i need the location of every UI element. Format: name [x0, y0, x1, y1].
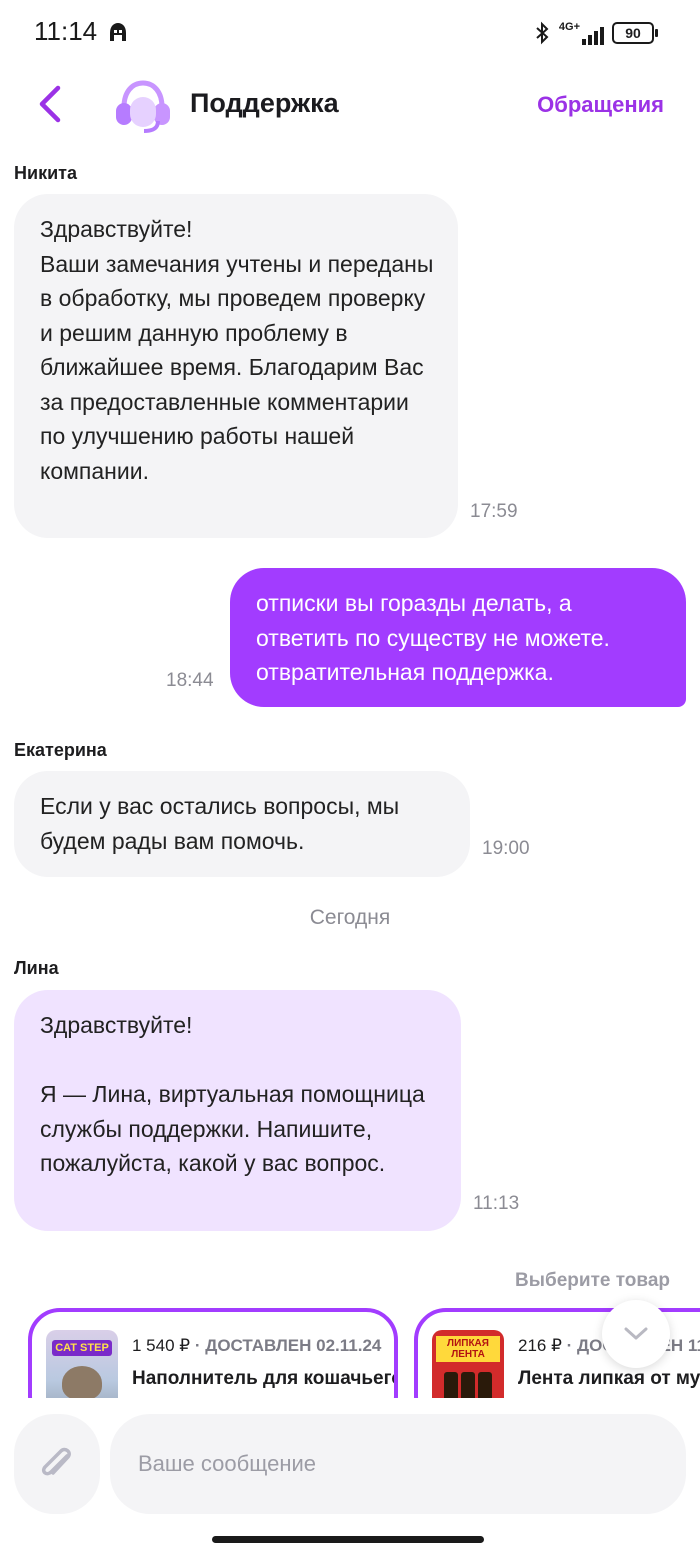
message-bubble-outgoing: отписки вы горазды делать, а ответить по… — [230, 568, 686, 707]
scroll-down-button[interactable] — [602, 1300, 670, 1368]
paperclip-icon — [41, 1447, 71, 1476]
day-separator: Сегодня — [309, 906, 391, 929]
product-name: Лента липкая от мух — [518, 1368, 700, 1389]
message-time: 17:59 — [470, 501, 518, 522]
incognito-icon — [110, 23, 126, 41]
back-button[interactable] — [28, 80, 76, 128]
choose-product-label: Выберите товар — [515, 1270, 670, 1291]
message-sender: Лина — [14, 958, 59, 978]
signal-icon: 4G+ — [559, 21, 604, 45]
attach-button[interactable] — [14, 1414, 100, 1514]
message-bubble-bot: Здравствуйте! Я — Лина, виртуальная помо… — [14, 990, 461, 1231]
status-indicators: 4G+ 90 — [535, 18, 658, 48]
message-sender: Екатерина — [14, 740, 107, 760]
message-sender: Никита — [14, 163, 77, 183]
product-name: Наполнитель для кошачьего — [132, 1368, 398, 1389]
bluetooth-icon — [536, 21, 549, 45]
requests-link[interactable]: Обращения — [537, 92, 664, 118]
product-status: ДОСТАВЛЕН 02.11.24 — [205, 1336, 382, 1355]
status-time: 11:14 — [34, 16, 98, 46]
home-indicator — [212, 1536, 484, 1543]
support-headset-icon — [116, 80, 170, 133]
chevron-down-icon — [624, 1327, 648, 1340]
product-price: 216 ₽ — [518, 1336, 562, 1355]
page-title: Поддержка — [190, 88, 339, 118]
message-bubble-incoming: Здравствуйте! Ваши замечания учтены и пе… — [14, 194, 458, 538]
battery-icon: 90 — [612, 22, 658, 44]
product-price: 1 540 ₽ — [132, 1336, 191, 1355]
message-time: 19:00 — [482, 838, 530, 859]
message-bubble-incoming: Если у вас остались вопросы, мы будем ра… — [14, 771, 470, 877]
message-time: 11:13 — [473, 1193, 520, 1214]
message-input[interactable] — [110, 1414, 686, 1514]
message-time: 18:44 — [166, 670, 214, 691]
